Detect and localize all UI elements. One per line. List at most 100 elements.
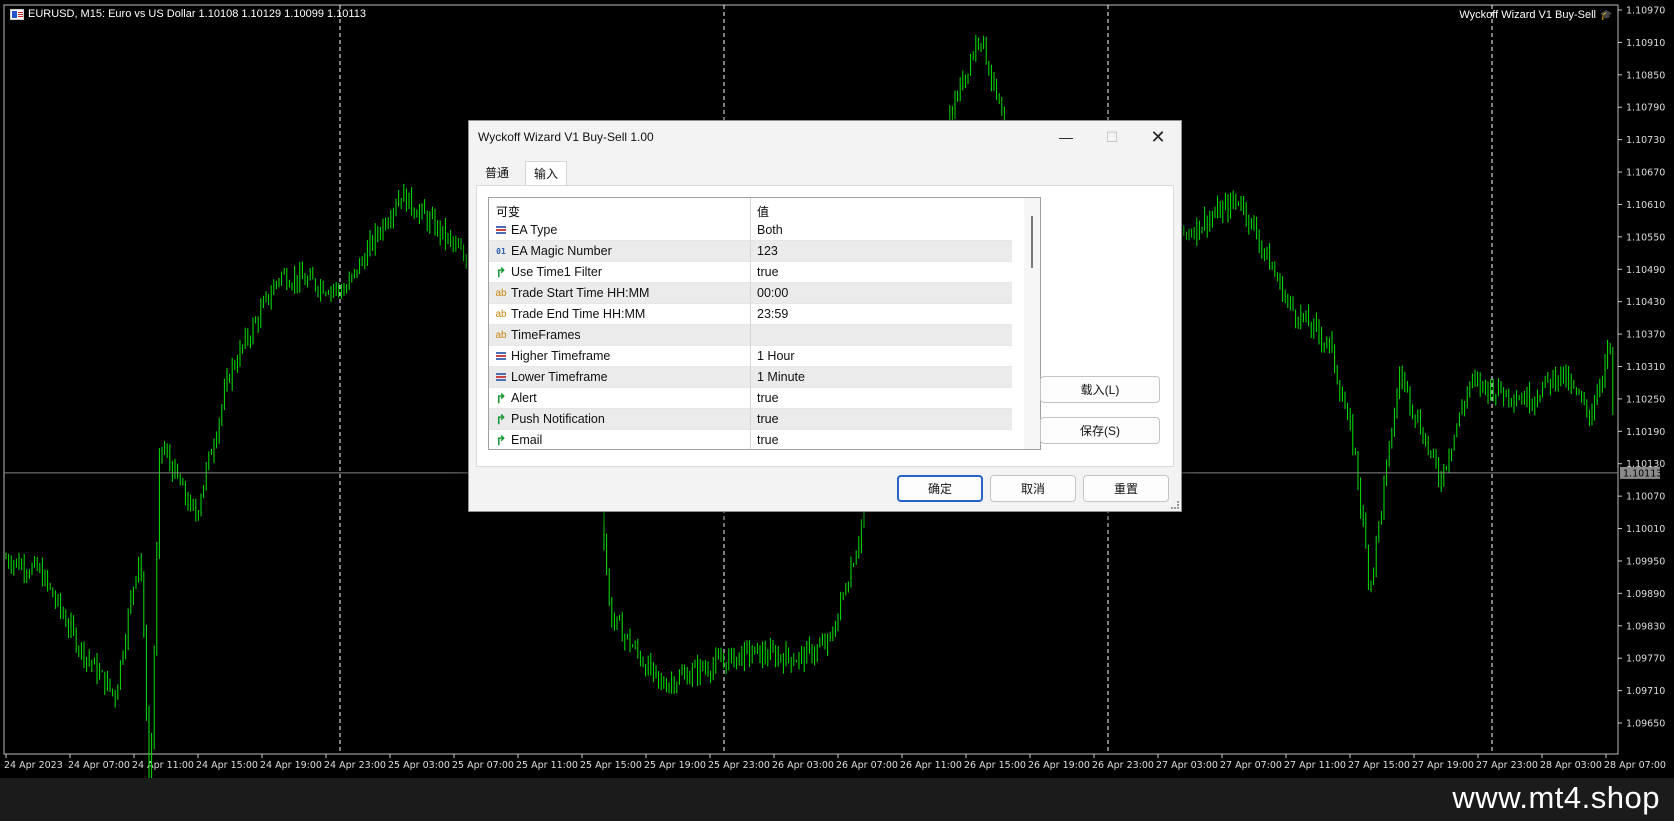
chart-title: EURUSD, M15: Euro vs US Dollar 1.10108 1… <box>28 8 366 20</box>
column-header-variable[interactable]: 可变 <box>496 203 520 220</box>
price-label: 1.10010 <box>1626 524 1665 535</box>
time-label: 27 Apr 15:00 <box>1348 760 1410 771</box>
time-label: 25 Apr 03:00 <box>388 760 450 771</box>
price-label: 1.10430 <box>1626 297 1665 308</box>
dialog-titlebar[interactable]: Wyckoff Wizard V1 Buy-Sell 1.00 — ☐ ✕ <box>469 121 1181 153</box>
ok-button[interactable]: 确定 <box>897 475 983 502</box>
enum-icon <box>494 350 508 363</box>
cancel-button[interactable]: 取消 <box>990 475 1076 502</box>
price-label: 1.09650 <box>1626 719 1665 730</box>
load-button[interactable]: 载入(L) <box>1040 376 1160 403</box>
time-label: 25 Apr 07:00 <box>452 760 514 771</box>
input-name: Trade End Time HH:MM <box>511 307 646 321</box>
scroll-thumb[interactable] <box>1031 216 1033 268</box>
time-label: 26 Apr 19:00 <box>1028 760 1090 771</box>
price-label: 1.09830 <box>1626 621 1665 632</box>
input-value[interactable]: 1 Hour <box>757 349 795 363</box>
reset-button[interactable]: 重置 <box>1083 475 1169 502</box>
bool-icon: ↱ <box>495 265 507 280</box>
time-label: 24 Apr 07:00 <box>68 760 130 771</box>
time-label: 26 Apr 03:00 <box>772 760 834 771</box>
price-label: 1.10970 <box>1626 6 1665 17</box>
input-name: TimeFrames <box>511 328 581 342</box>
grid-scrollbar[interactable] <box>1024 198 1040 449</box>
inputs-grid: 可变 值 EA Type Both 01 EA Magic Number 123 ↱ Use… <box>488 197 1041 450</box>
price-label: 1.10250 <box>1626 394 1665 405</box>
time-label: 24 Apr 15:00 <box>196 760 258 771</box>
time-label: 28 Apr 03:00 <box>1540 760 1602 771</box>
input-row[interactable]: Lower Timeframe 1 Minute <box>489 367 1012 388</box>
input-name: Lower Timeframe <box>511 370 608 384</box>
input-row[interactable]: ↱ Email true <box>489 430 1012 449</box>
time-label: 25 Apr 23:00 <box>708 760 770 771</box>
input-value[interactable]: true <box>757 412 779 426</box>
input-value[interactable]: 00:00 <box>757 286 788 300</box>
input-name: Email <box>511 433 543 447</box>
input-name: Trade Start Time HH:MM <box>511 286 650 300</box>
grid-header: 可变 值 <box>489 198 1040 220</box>
string-icon: ab <box>495 288 507 299</box>
input-row[interactable]: ↱ Push Notification true <box>489 409 1012 430</box>
time-label: 25 Apr 11:00 <box>516 760 578 771</box>
input-row[interactable]: 01 EA Magic Number 123 <box>489 241 1012 262</box>
time-label: 28 Apr 07:00 <box>1604 760 1666 771</box>
input-value[interactable]: true <box>757 391 779 405</box>
column-header-value[interactable]: 值 <box>757 203 769 220</box>
dialog-title: Wyckoff Wizard V1 Buy-Sell 1.00 <box>478 130 654 144</box>
input-value[interactable]: 123 <box>757 244 778 258</box>
input-row[interactable]: ab TimeFrames <box>489 325 1012 346</box>
time-label: 24 Apr 19:00 <box>260 760 322 771</box>
tab-general[interactable]: 普通 <box>477 161 517 185</box>
minimize-icon[interactable]: — <box>1043 121 1089 153</box>
price-label: 1.10910 <box>1626 38 1665 49</box>
price-label: 1.10490 <box>1626 265 1665 276</box>
input-row[interactable]: Higher Timeframe 1 Hour <box>489 346 1012 367</box>
input-value[interactable]: true <box>757 433 779 447</box>
enum-icon <box>494 371 508 384</box>
bool-icon: ↱ <box>495 433 507 448</box>
price-label: 1.09950 <box>1626 556 1665 567</box>
input-row[interactable]: ab Trade Start Time HH:MM 00:00 <box>489 283 1012 304</box>
input-value[interactable]: 1 Minute <box>757 370 805 384</box>
input-row[interactable]: EA Type Both <box>489 220 1012 241</box>
price-label: 1.10310 <box>1626 362 1665 373</box>
time-label: 25 Apr 15:00 <box>580 760 642 771</box>
int-icon: 01 <box>496 247 506 256</box>
time-label: 26 Apr 07:00 <box>836 760 898 771</box>
input-row[interactable]: ab Trade End Time HH:MM 23:59 <box>489 304 1012 325</box>
price-label: 1.10610 <box>1626 200 1665 211</box>
time-label: 27 Apr 07:00 <box>1220 760 1282 771</box>
string-icon: ab <box>495 330 507 341</box>
time-label: 24 Apr 2023 <box>4 760 63 771</box>
resize-grip-icon[interactable] <box>1171 501 1179 509</box>
inputs-rows: EA Type Both 01 EA Magic Number 123 ↱ Use Time… <box>489 220 1012 449</box>
enum-icon <box>494 224 508 237</box>
tab-inputs[interactable]: 输入 <box>525 161 568 186</box>
time-label: 24 Apr 23:00 <box>324 760 386 771</box>
price-label: 1.09710 <box>1626 686 1665 697</box>
input-row[interactable]: ↱ Use Time1 Filter true <box>489 262 1012 283</box>
time-label: 26 Apr 11:00 <box>900 760 962 771</box>
input-value[interactable]: Both <box>757 223 783 237</box>
price-label: 1.09770 <box>1626 654 1665 665</box>
time-label: 25 Apr 19:00 <box>644 760 706 771</box>
input-row[interactable]: ↱ Alert true <box>489 388 1012 409</box>
close-icon[interactable]: ✕ <box>1135 121 1181 153</box>
graduation-cap-icon: 🎓 <box>1600 10 1613 21</box>
input-name: EA Type <box>511 223 558 237</box>
ea-label[interactable]: Wyckoff Wizard V1 Buy-Sell <box>1459 9 1596 21</box>
current-price-label: 1.10113 <box>1623 468 1662 479</box>
price-label: 1.10790 <box>1626 103 1665 114</box>
input-name: Use Time1 Filter <box>511 265 602 279</box>
price-label: 1.09890 <box>1626 589 1665 600</box>
price-label: 1.10550 <box>1626 232 1665 243</box>
time-label: 26 Apr 23:00 <box>1092 760 1154 771</box>
input-value[interactable]: true <box>757 265 779 279</box>
save-button[interactable]: 保存(S) <box>1040 417 1160 444</box>
maximize-icon[interactable]: ☐ <box>1089 121 1135 153</box>
time-label: 27 Apr 03:00 <box>1156 760 1218 771</box>
input-name: Alert <box>511 391 537 405</box>
ea-properties-dialog: Wyckoff Wizard V1 Buy-Sell 1.00 — ☐ ✕ 普通… <box>468 120 1182 512</box>
input-value[interactable]: 23:59 <box>757 307 788 321</box>
price-label: 1.10670 <box>1626 168 1665 179</box>
